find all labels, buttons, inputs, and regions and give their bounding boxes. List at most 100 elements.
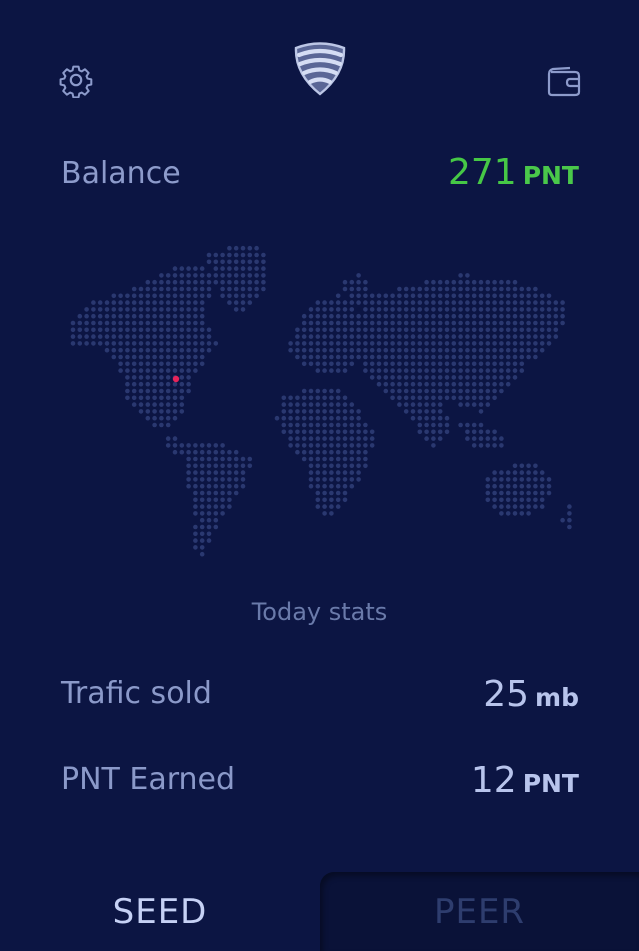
map-dot	[329, 409, 334, 414]
map-dot	[308, 402, 314, 407]
map-dot	[499, 341, 504, 346]
map-dot	[465, 320, 470, 326]
map-dot	[356, 327, 361, 333]
map-dot	[247, 252, 253, 258]
map-dot	[240, 456, 246, 462]
map-dot	[444, 313, 450, 319]
map-dot	[383, 347, 389, 353]
map-dot	[329, 483, 334, 489]
map-dot	[254, 273, 259, 278]
map-dot	[206, 252, 212, 258]
map-dot	[403, 320, 409, 326]
map-dot	[342, 313, 348, 319]
map-dot	[199, 490, 205, 496]
settings-button[interactable]	[58, 62, 94, 98]
map-dot	[213, 443, 219, 448]
map-dot	[458, 381, 463, 387]
map-dot	[206, 327, 212, 333]
map-dot	[417, 320, 423, 326]
map-dot	[186, 273, 191, 278]
map-dot	[410, 402, 416, 407]
map-dot	[512, 279, 518, 285]
map-dot	[152, 409, 157, 414]
map-dot	[131, 334, 137, 339]
tab-peer[interactable]: PEER	[320, 872, 639, 951]
map-dot	[322, 415, 327, 421]
map-dot	[444, 368, 450, 373]
wallet-button[interactable]	[544, 64, 582, 100]
map-dot	[152, 313, 157, 319]
map-dot	[376, 293, 382, 299]
map-dot	[349, 409, 355, 414]
map-dot	[329, 511, 334, 516]
map-dot	[172, 361, 178, 367]
map-dot	[145, 279, 151, 285]
map-dot	[159, 368, 164, 373]
map-dot	[152, 293, 157, 299]
map-dot	[376, 375, 382, 380]
map-dot	[431, 409, 436, 414]
map-dot	[199, 286, 205, 292]
map-dot	[437, 395, 443, 401]
map-dot	[465, 354, 470, 360]
map-dot	[138, 368, 144, 373]
map-dot	[240, 266, 246, 271]
map-dot	[329, 443, 334, 448]
map-dot	[505, 368, 511, 373]
map-dot	[369, 293, 375, 299]
map-dot	[254, 245, 259, 251]
map-dot	[478, 293, 484, 299]
map-dot	[369, 375, 375, 380]
map-dot	[526, 334, 531, 339]
map-dot	[539, 347, 545, 353]
pnt-earned-number: 12	[470, 760, 517, 801]
map-dot	[492, 429, 497, 435]
map-dot	[369, 361, 375, 367]
map-dot	[152, 307, 157, 312]
map-dot	[233, 483, 239, 489]
map-dot	[342, 449, 348, 455]
map-dot	[193, 266, 198, 271]
map-dot	[335, 334, 341, 339]
map-dot	[437, 354, 443, 360]
map-dot	[159, 293, 164, 299]
map-dot	[308, 341, 314, 346]
map-dot	[91, 334, 96, 339]
map-dot	[499, 347, 504, 353]
map-dot	[193, 511, 198, 516]
map-dot	[84, 320, 89, 326]
map-dot	[478, 395, 484, 401]
map-dot	[165, 436, 171, 441]
map-dot	[383, 361, 389, 367]
map-dot	[342, 347, 348, 353]
map-dot	[111, 300, 117, 305]
map-dot	[70, 341, 76, 346]
map-dot	[397, 300, 402, 305]
map-dot	[485, 368, 491, 373]
map-dot	[512, 490, 518, 496]
map-dot	[356, 456, 361, 462]
map-dot	[458, 341, 463, 346]
map-dot	[70, 334, 76, 339]
map-dot	[301, 341, 307, 346]
shield-logo-icon	[294, 42, 346, 96]
map-dot	[233, 470, 239, 475]
map-dot	[512, 320, 518, 326]
map-dot	[240, 245, 246, 251]
map-dot	[206, 456, 212, 462]
map-dot	[179, 286, 185, 292]
tab-seed[interactable]: SEED	[0, 872, 320, 951]
map-dot	[295, 354, 300, 360]
map-dot	[145, 375, 151, 380]
map-dot	[431, 313, 436, 319]
map-dot	[451, 347, 457, 353]
map-dot	[199, 279, 205, 285]
map-dot	[478, 286, 484, 292]
map-dot	[145, 286, 151, 292]
map-dot	[437, 402, 443, 407]
map-dot	[213, 252, 219, 258]
map-dot	[308, 436, 314, 441]
map-dot	[410, 409, 416, 414]
map-dot	[492, 293, 497, 299]
map-dot	[233, 449, 239, 455]
